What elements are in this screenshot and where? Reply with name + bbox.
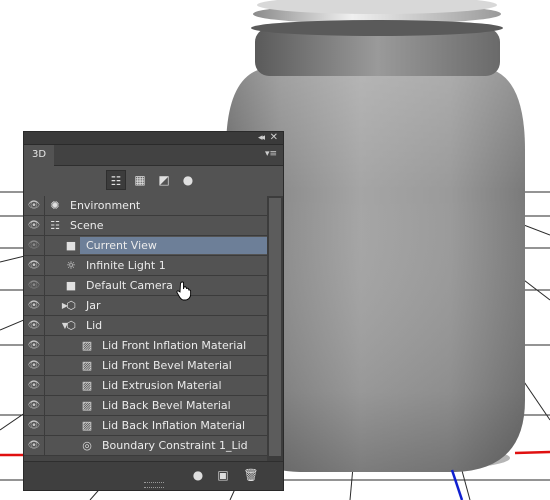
material-icon: ▨ [81,379,93,392]
close-panel-icon[interactable]: ✕ [270,132,278,144]
layer-row[interactable]: 👁 ▨ Lid Extrusion Material [24,376,267,396]
layer-label: Default Camera [86,279,173,292]
visibility-eye-icon[interactable]: 👁 [24,276,45,295]
layer-label: Lid Front Bevel Material [102,359,232,372]
visibility-eye-icon[interactable]: 👁 [24,376,45,395]
camera-icon: ■ [65,279,77,292]
layer-row[interactable]: 👁 ▼ ⬡ Lid [24,316,267,336]
layer-label: Boundary Constraint 1_Lid [102,439,248,452]
infinite-light-icon: ☼ [66,259,76,272]
z-axis-line [450,469,464,500]
visibility-eye-icon[interactable]: 👁 [24,196,45,215]
layer-row[interactable]: 👁 ■ Default Camera [24,276,267,296]
layer-row[interactable]: 👁 ☷ Scene [24,216,267,236]
scene-icon: ☷ [50,219,60,232]
scrollbar-thumb[interactable] [269,198,281,456]
add-light-icon[interactable]: ● [189,466,207,484]
filter-bar: ☷ ▦ ◩ ● [24,166,283,194]
collapse-panel-icon[interactable]: ◂◂ [258,132,265,144]
layer-label: Lid [86,319,103,332]
layer-label: Infinite Light 1 [86,259,166,272]
mesh-icon: ⬡ [66,319,76,332]
layer-label: Current View [86,239,157,252]
material-icon: ▨ [81,339,93,352]
layer-row[interactable]: 👁 ▨ Lid Back Inflation Material [24,416,267,436]
layer-label: Environment [70,199,141,212]
visibility-eye-icon[interactable]: 👁 [24,216,45,235]
3d-panel: ◂◂ ✕ 3D ▾≡ ☷ ▦ ◩ ● 👁 ✺ Environment 👁 ☷ Scene 👁 ■ Cu… [23,131,284,491]
layer-row[interactable]: 👁 ✺ Environment [24,196,267,216]
visibility-eye-icon[interactable]: 👁 [24,256,45,275]
visibility-eye-icon[interactable]: 👁 [24,336,45,355]
layer-label: Jar [86,299,101,312]
visibility-eye-icon[interactable]: 👁 [24,316,45,335]
material-icon: ▨ [81,419,93,432]
panel-menu-icon[interactable]: ▾≡ [265,149,277,159]
tab-3d[interactable]: 3D [24,145,54,166]
layer-row[interactable]: 👁 ☼ Infinite Light 1 [24,256,267,276]
layer-row[interactable]: 👁 ▨ Lid Back Bevel Material [24,396,267,416]
visibility-eye-icon[interactable]: 👁 [24,436,45,455]
scene-tree: 👁 ✺ Environment 👁 ☷ Scene 👁 ■ Current View 👁 ☼ Infi… [24,196,283,462]
materials-icon[interactable]: ◩ [154,170,174,190]
panel-titlebar[interactable]: ◂◂ ✕ [24,132,283,145]
layer-label: Lid Back Bevel Material [102,399,231,412]
lights-icon[interactable]: ● [178,170,198,190]
camera-icon: ■ [65,239,77,252]
visibility-eye-icon[interactable]: 👁 [24,396,45,415]
visibility-eye-icon[interactable]: 👁 [24,236,45,255]
mesh-icon: ⬡ [66,299,76,312]
whole-scene-icon[interactable]: ☷ [106,170,126,190]
layer-row[interactable]: 👁 ■ Current View [24,236,267,256]
layer-row[interactable]: 👁 ◎ Boundary Constraint 1_Lid [24,436,267,456]
hand-cursor-icon [176,281,192,301]
constraint-icon: ◎ [82,439,92,452]
resize-grip[interactable] [144,482,164,488]
visibility-eye-icon[interactable]: 👁 [24,356,45,375]
layer-label: Scene [70,219,104,232]
layer-label: Lid Extrusion Material [102,379,222,392]
panel-tab-bar: 3D ▾≡ [24,145,283,166]
visibility-eye-icon[interactable]: 👁 [24,296,45,315]
visibility-eye-icon[interactable]: 👁 [24,416,45,435]
layer-row[interactable]: 👁 ▶ ⬡ Jar [24,296,267,316]
panel-bottom-bar: ● ▣ 🗑 [24,461,283,490]
render-icon[interactable]: ▣ [214,466,232,484]
meshes-icon[interactable]: ▦ [130,170,150,190]
scrollbar[interactable] [267,196,283,462]
layer-label: Lid Back Inflation Material [102,419,246,432]
environment-icon: ✺ [50,199,60,212]
layer-row[interactable]: 👁 ▨ Lid Front Inflation Material [24,336,267,356]
material-icon: ▨ [81,359,93,372]
material-icon: ▨ [81,399,93,412]
layer-row[interactable]: 👁 ▨ Lid Front Bevel Material [24,356,267,376]
trash-icon[interactable]: 🗑 [242,466,260,484]
layer-label: Lid Front Inflation Material [102,339,247,352]
